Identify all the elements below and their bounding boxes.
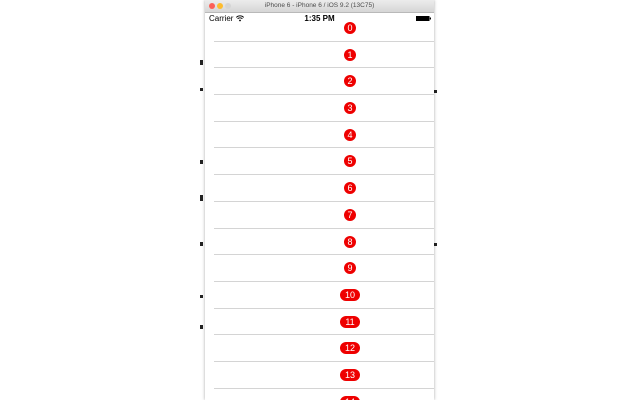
number-badge: 5	[344, 155, 356, 168]
number-badge: 12	[340, 342, 360, 355]
simulator-window: iPhone 6 - iPhone 6 / iOS 9.2 (13C75) Ca…	[205, 0, 434, 400]
number-badge: 9	[344, 262, 356, 275]
background-window-right-edge	[434, 0, 440, 400]
table-row[interactable]: 2	[214, 68, 434, 96]
number-badge: 14	[340, 395, 360, 400]
table-row[interactable]: 7	[214, 202, 434, 229]
table-row[interactable]: 3	[214, 95, 434, 122]
number-badge: 11	[340, 315, 360, 328]
background-text-fragment	[434, 243, 437, 246]
table-row[interactable]: 8	[214, 229, 434, 256]
number-badge: 0	[344, 22, 356, 34]
background-text-fragment	[434, 90, 437, 93]
number-badge: 6	[344, 182, 356, 195]
table-row[interactable]: 9	[214, 255, 434, 282]
table-row[interactable]: 0	[214, 15, 434, 42]
number-badge: 4	[344, 128, 356, 141]
window-title: iPhone 6 - iPhone 6 / iOS 9.2 (13C75)	[264, 2, 375, 9]
table-row[interactable]: 11	[214, 309, 434, 336]
table-row[interactable]: 13	[214, 362, 434, 389]
number-badge: 1	[344, 48, 356, 61]
table-row[interactable]: 1	[214, 42, 434, 69]
table-view[interactable]: 01234567891011121314	[205, 15, 434, 400]
window-titlebar[interactable]: iPhone 6 - iPhone 6 / iOS 9.2 (13C75)	[205, 0, 434, 13]
background-text-fragment	[200, 88, 203, 91]
background-text-fragment	[200, 295, 203, 298]
background-text-fragment	[200, 325, 203, 329]
number-badge: 3	[344, 102, 356, 115]
number-badge: 13	[340, 368, 360, 381]
number-badge: 2	[344, 75, 356, 88]
number-badge: 7	[344, 208, 356, 221]
table-row[interactable]: 14	[214, 389, 434, 400]
desktop: iPhone 6 - iPhone 6 / iOS 9.2 (13C75) Ca…	[0, 0, 640, 400]
table-row[interactable]: 12	[214, 335, 434, 362]
table-row[interactable]: 10	[214, 282, 434, 309]
table-row[interactable]: 4	[214, 122, 434, 149]
background-text-fragment	[200, 60, 203, 65]
background-text-fragment	[200, 242, 203, 246]
background-text-fragment	[200, 160, 203, 164]
table-row[interactable]: 5	[214, 148, 434, 176]
number-badge: 8	[344, 235, 356, 248]
background-text-fragment	[200, 195, 203, 201]
table-row[interactable]: 6	[214, 175, 434, 202]
number-badge: 10	[340, 288, 360, 301]
